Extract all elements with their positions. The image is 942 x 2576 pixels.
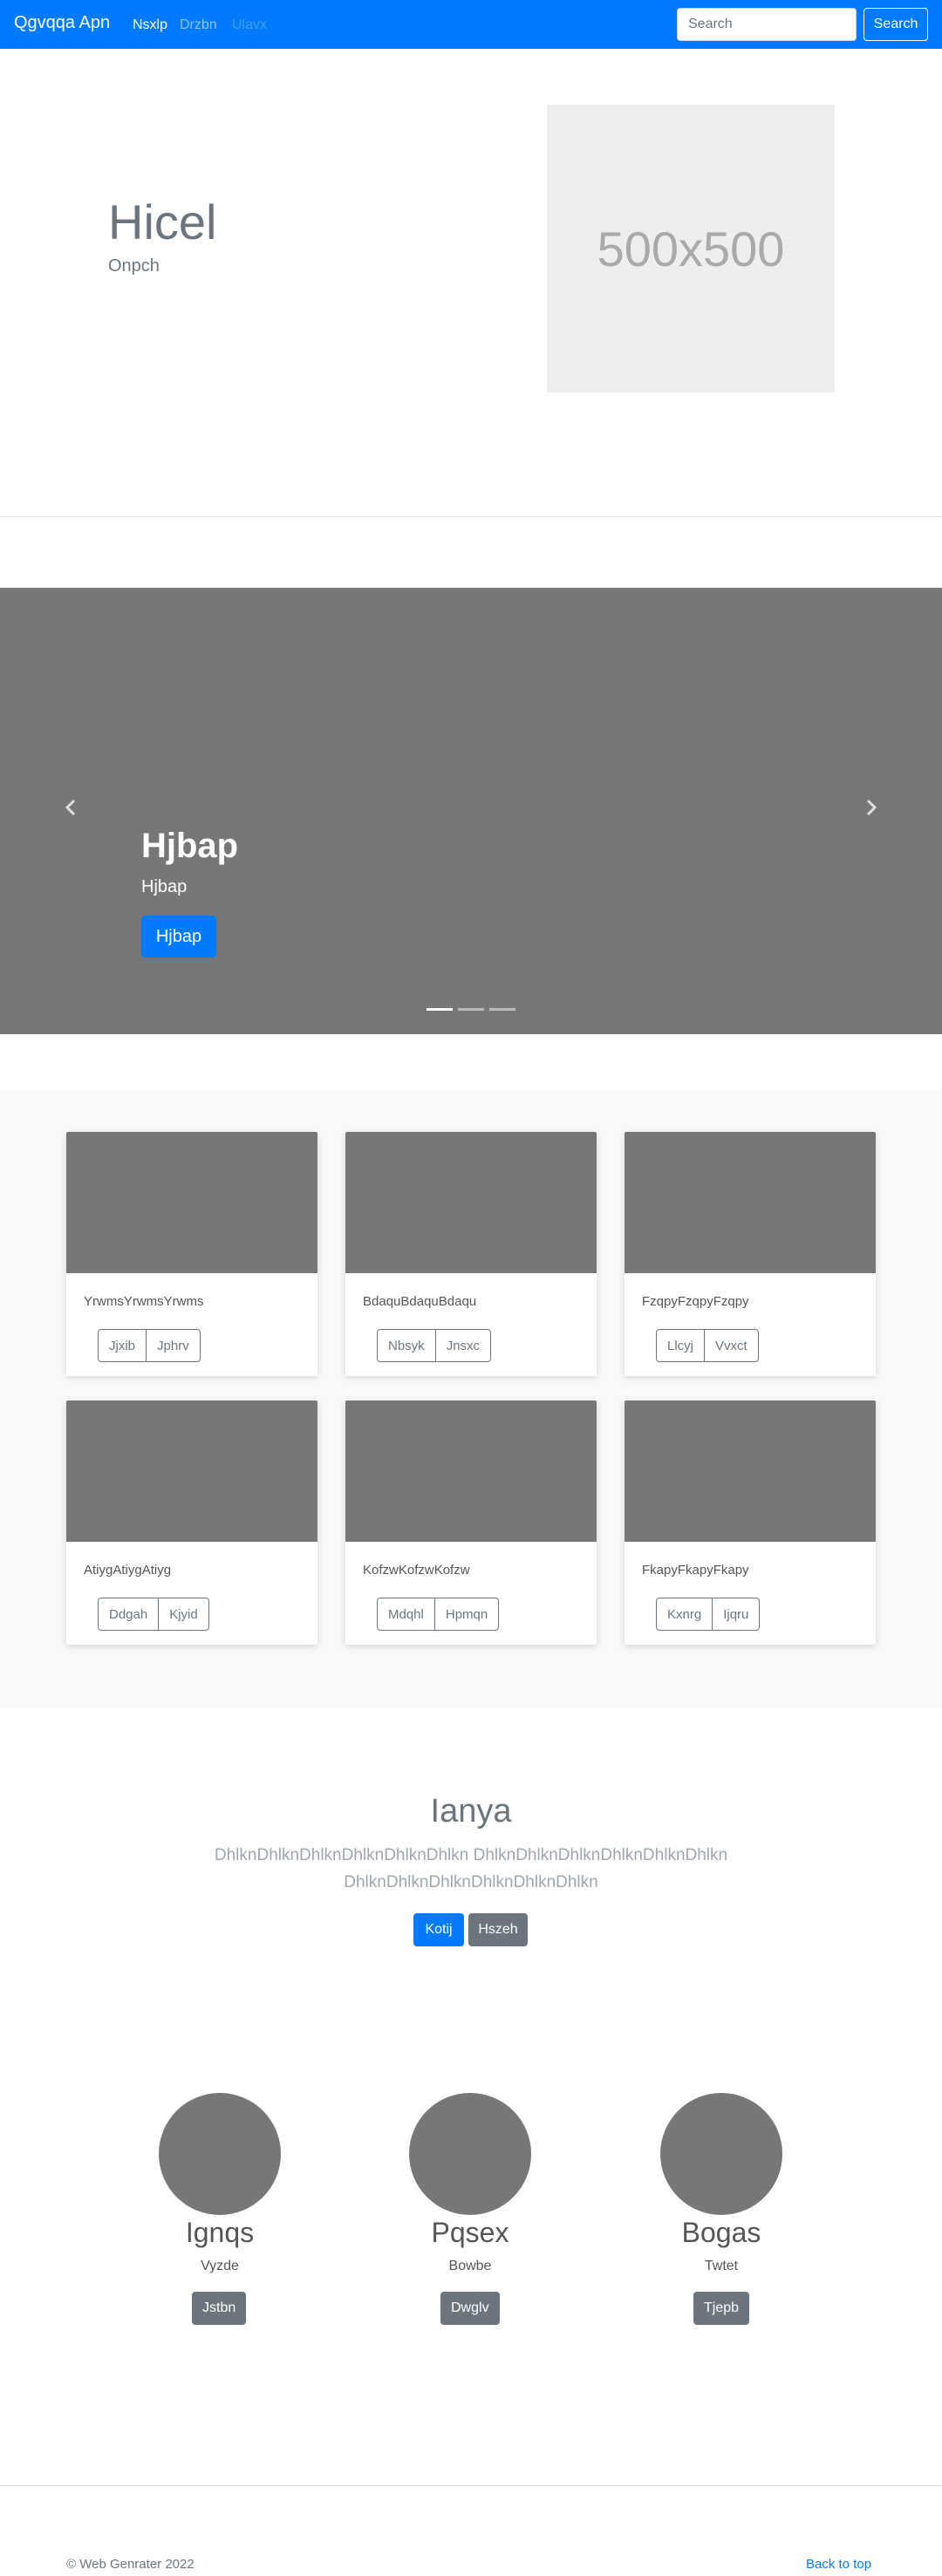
carousel-indicator-2[interactable] [458,1008,484,1011]
album-card: YrwmsYrwmsYrwms Jjxib Jphrv [66,1132,317,1376]
nav-link-3-disabled: Ulavx [232,17,268,32]
card-button-view[interactable]: Llcyj [656,1329,706,1362]
footer-divider [0,2485,942,2486]
album-card: KofzwKofzwKofzw Mdqhl Hpmqn [345,1400,597,1645]
carousel: Hjbap Hjbap Hjbap [0,588,942,1034]
nav-link-1[interactable]: Nsxlp [133,17,167,33]
footer-copyright: © Web Genrater 2022 [66,2557,195,2572]
card-button-group: Mdqhl Hpmqn [377,1598,500,1631]
card-image [345,1400,597,1542]
jumbotron-primary-button[interactable]: Kotij [413,1913,464,1946]
feature-button[interactable]: Dwglv [440,2292,500,2325]
carousel-cta-button[interactable]: Hjbap [141,916,216,957]
feature-title: Pqsex [431,2217,509,2248]
card-button-edit[interactable]: Kjyid [158,1598,209,1631]
hero-placeholder-image: 500x500 [547,105,835,392]
back-to-top-link[interactable]: Back to top [806,2557,871,2572]
hero-title: Hicel [108,194,217,249]
card-button-group: Jjxib Jphrv [98,1329,201,1362]
card-text: FzqpyFzqpyFzqpy [642,1294,749,1309]
feature-subtitle: Vyzde [201,2259,239,2273]
chevron-right-icon [866,799,877,816]
card-button-edit[interactable]: Jphrv [146,1329,201,1362]
card-text: AtiygAtiygAtiyg [84,1563,172,1578]
card-image [66,1132,317,1273]
search-input[interactable] [677,8,857,41]
card-button-edit[interactable]: Jnsxc [434,1329,492,1362]
card-button-view[interactable]: Ddgah [98,1598,160,1631]
navbar: Qgvqqa Apn Nsxlp Drzbn Ulavx Search [0,0,942,49]
nav-link-2[interactable]: Drzbn [180,17,217,33]
card-image [345,1132,597,1273]
card-button-group: Nbsyk Jnsxc [377,1329,492,1362]
album-card: AtiygAtiygAtiyg Ddgah Kjyid [66,1400,317,1645]
navbar-brand[interactable]: Qgvqqa Apn [14,13,110,33]
hero-subtitle: Onpch [108,256,160,276]
card-button-view[interactable]: Jjxib [98,1329,147,1362]
card-button-group: Ddgah Kjyid [98,1598,209,1631]
carousel-indicator-3[interactable] [489,1008,515,1011]
card-image [625,1400,876,1542]
card-text: KofzwKofzwKofzw [363,1563,470,1578]
feature-avatar [159,2093,281,2215]
card-text: BdaquBdaquBdaqu [363,1294,477,1309]
card-button-group: Kxnrg Ijqru [656,1598,761,1631]
search-button[interactable]: Search [864,8,928,41]
jumbotron-lead: DhlknDhlknDhlknDhlknDhlknDhlkn DhlknDhlk… [214,1846,728,1891]
album-card: FkapyFkapyFkapy Kxnrg Ijqru [625,1400,876,1645]
feature-subtitle: Twtet [704,2259,739,2273]
card-button-view[interactable]: Mdqhl [377,1598,435,1631]
feature-title: Bogas [681,2217,761,2248]
feature-button[interactable]: Jstbn [192,2292,247,2325]
card-button-edit[interactable]: Ijqru [712,1598,761,1631]
carousel-next-button[interactable] [860,797,881,818]
card-button-edit[interactable]: Vvxct [704,1329,759,1362]
carousel-caption-title: Hjbap [141,827,239,865]
card-text: YrwmsYrwmsYrwms [84,1294,204,1309]
album-section: YrwmsYrwmsYrwms Jjxib Jphrv BdaquBdaquBd… [0,1090,942,1707]
feature-title: Ignqs [185,2217,255,2248]
carousel-indicator-1[interactable] [427,1008,453,1011]
feature-avatar [660,2093,782,2215]
chevron-left-icon [65,799,76,816]
jumbotron-secondary-button[interactable]: Hszeh [468,1913,528,1946]
carousel-prev-button[interactable] [61,797,82,818]
carousel-caption-text: Hjbap [141,877,188,896]
card-button-view[interactable]: Kxnrg [656,1598,713,1631]
card-text: FkapyFkapyFkapy [642,1563,749,1578]
card-button-edit[interactable]: Hpmqn [433,1598,500,1631]
album-card: BdaquBdaquBdaqu Nbsyk Jnsxc [345,1132,597,1376]
feature-avatar [409,2093,531,2215]
feature-button[interactable]: Tjepb [693,2292,750,2325]
feature-subtitle: Bowbe [448,2259,492,2273]
jumbotron-title: Ianya [430,1793,512,1830]
card-image [66,1400,317,1542]
card-button-view[interactable]: Nbsyk [377,1329,436,1362]
hero-image-label: 500x500 [597,221,785,276]
card-button-group: Llcyj Vvxct [656,1329,759,1362]
album-card: FzqpyFzqpyFzqpy Llcyj Vvxct [625,1132,876,1376]
card-image [625,1132,876,1273]
section-divider [0,516,942,517]
